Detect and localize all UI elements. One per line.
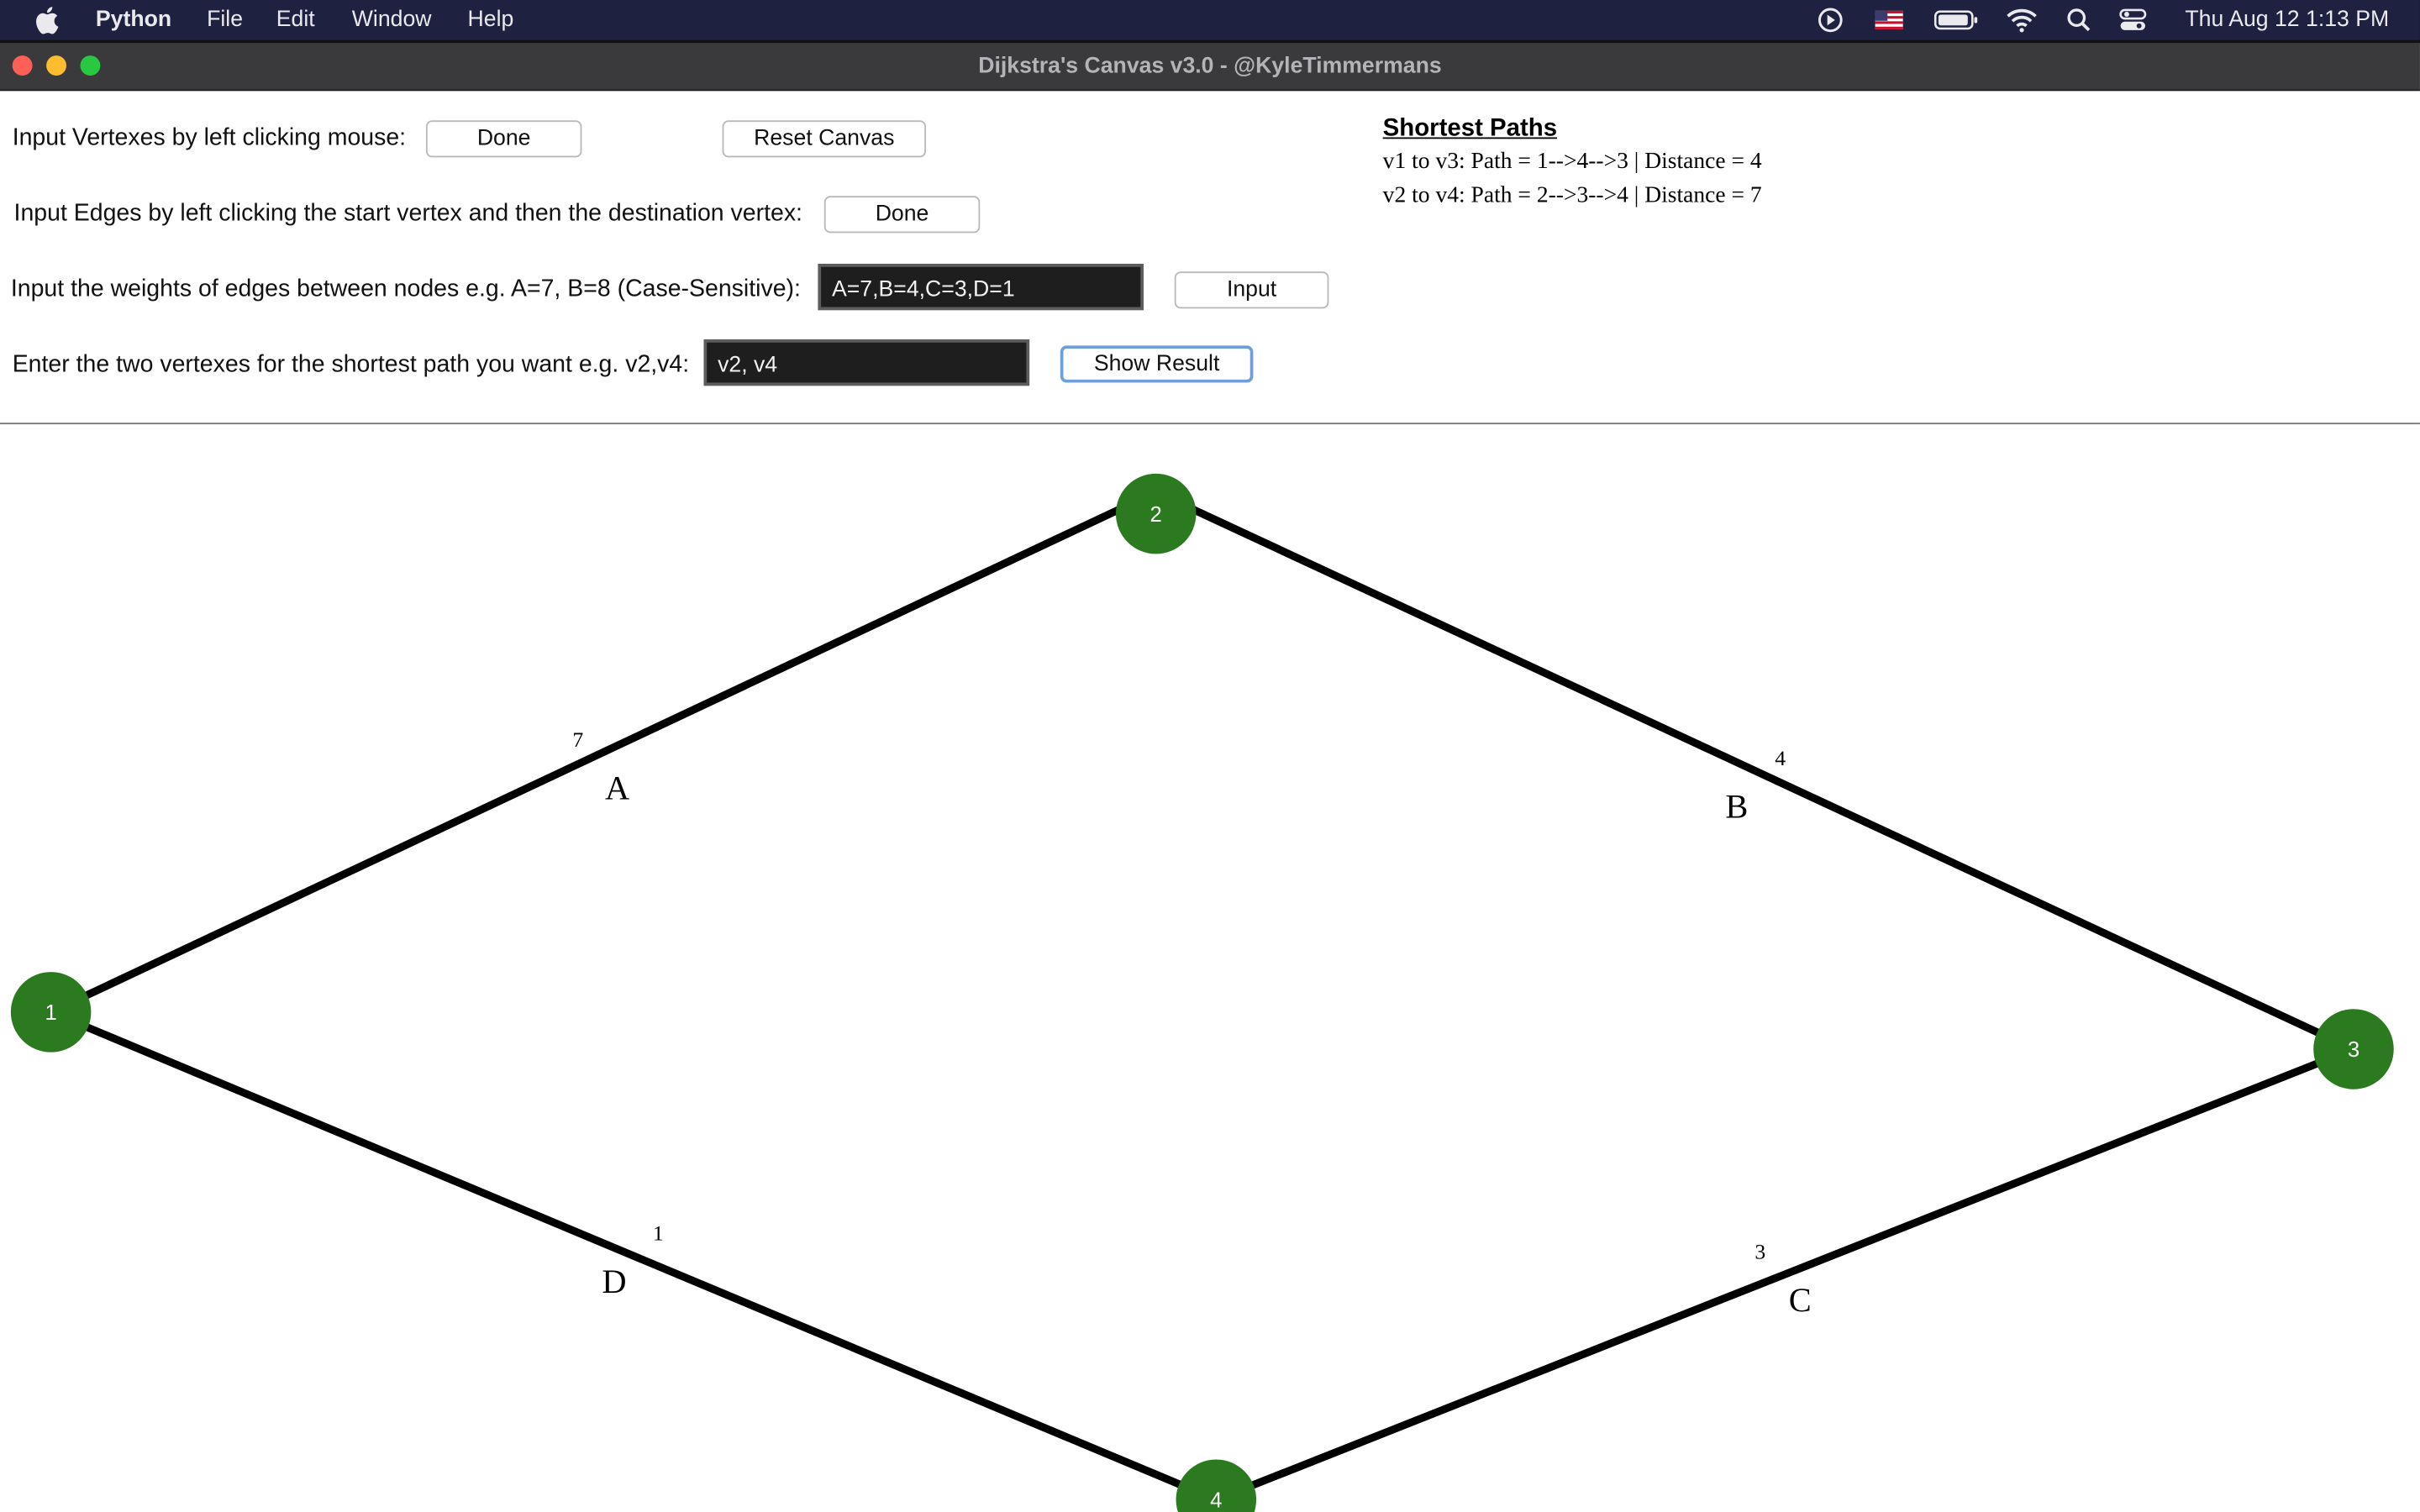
vertex-label: 4 <box>1210 1488 1222 1512</box>
vertex-done-button[interactable]: Done <box>425 120 582 158</box>
vertex-pair-input[interactable]: v2, v4 <box>703 339 1030 386</box>
edge-weight-label: 4 <box>1775 746 1786 770</box>
us-flag-icon[interactable] <box>1874 6 1905 34</box>
edge-weight-label: 7 <box>572 727 583 752</box>
edge-weight-label: 3 <box>1754 1240 1765 1264</box>
menu-edit[interactable]: Edit <box>276 8 315 34</box>
apple-icon[interactable] <box>34 5 61 36</box>
vertex-label: 2 <box>1150 503 1162 527</box>
vertex-label: 1 <box>45 1001 56 1025</box>
window-titlebar[interactable]: Dijkstra's Canvas v3.0 - @KyleTimmermans <box>0 43 2420 92</box>
edge-name-label: C <box>1789 1281 1812 1319</box>
edge-name-label: D <box>602 1263 626 1300</box>
vertex-4[interactable]: 4 <box>1176 1459 1257 1512</box>
window-title: Dijkstra's Canvas v3.0 - @KyleTimmermans <box>978 54 1442 79</box>
menu-file[interactable]: File <box>207 8 243 34</box>
show-result-button[interactable]: Show Result <box>1060 345 1254 383</box>
reset-canvas-button[interactable]: Reset Canvas <box>722 120 927 158</box>
menu-app-name[interactable]: Python <box>96 8 171 34</box>
edge-instructions: Input Edges by left clicking the start v… <box>13 200 802 227</box>
vertex-2[interactable]: 2 <box>1115 473 1197 554</box>
edge-done-button[interactable]: Done <box>823 196 981 234</box>
edge-D[interactable]: 1 D <box>49 1008 1218 1504</box>
shortest-path-result: v2 to v4: Path = 2-->3-->4 | Distance = … <box>1382 183 1762 208</box>
wifi-icon[interactable] <box>2005 6 2039 34</box>
play-circle-icon[interactable] <box>1817 6 1844 34</box>
weights-instructions: Input the weights of edges between nodes… <box>10 276 801 302</box>
battery-icon[interactable] <box>1933 6 1980 34</box>
vertex-label: 3 <box>2348 1038 2360 1062</box>
control-center-icon[interactable] <box>2118 6 2149 34</box>
edge-B[interactable]: 4 B <box>1154 488 2355 1053</box>
shortest-path-result: v1 to v3: Path = 1-->4-->3 | Distance = … <box>1382 150 1762 175</box>
vertex-instructions: Input Vertexes by left clicking mouse: <box>12 124 407 151</box>
graph-canvas[interactable]: 7 A 4 B 3 C 1 D 1 2 3 4 <box>0 424 2420 1512</box>
vertex-1[interactable]: 1 <box>10 972 92 1053</box>
menu-help[interactable]: Help <box>468 8 514 34</box>
edge-A[interactable]: 7 A <box>49 488 1158 1016</box>
edge-name-label: B <box>1725 787 1748 825</box>
menu-window[interactable]: Window <box>352 8 432 34</box>
path-instructions: Enter the two vertexes for the shortest … <box>12 351 690 378</box>
edge-C[interactable]: 3 C <box>1214 1045 2355 1504</box>
edge-name-label: A <box>605 769 629 806</box>
search-icon[interactable] <box>2065 6 2093 34</box>
edge-weight-label: 1 <box>653 1221 664 1246</box>
app-window: Dijkstra's Canvas v3.0 - @KyleTimmermans… <box>0 43 2420 1512</box>
vertex-3[interactable]: 3 <box>2313 1009 2394 1089</box>
window-content: Input Vertexes by left clicking mouse: D… <box>0 91 2420 1512</box>
menu-bar: Python File Edit Window Help Thu Aug 12 … <box>0 0 2420 40</box>
input-weights-button[interactable]: Input <box>1174 271 1329 309</box>
menu-clock[interactable]: Thu Aug 12 1:13 PM <box>2185 8 2389 34</box>
shortest-paths-title: Shortest Paths <box>1382 115 1558 142</box>
weights-input[interactable]: A=7,B=4,C=3,D=1 <box>818 264 1144 311</box>
